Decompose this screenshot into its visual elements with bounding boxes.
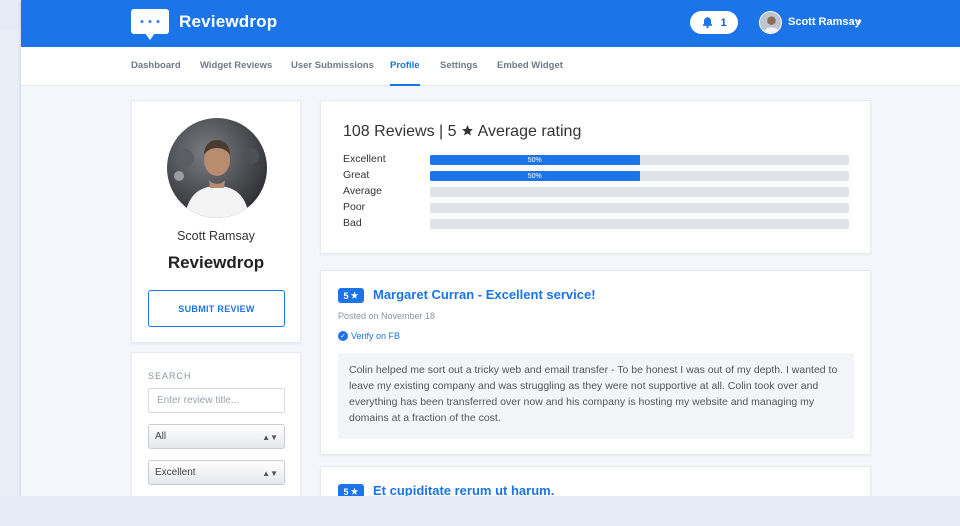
backdrop <box>0 30 22 526</box>
notifications-button[interactable]: 1 <box>690 11 738 34</box>
rating-label-excellent: Excellent <box>343 153 386 165</box>
verify-on-fb-link[interactable]: ✓ Verify on FB <box>338 331 400 341</box>
rating-percent-great: 50% <box>527 172 542 180</box>
profile-name: Scott Ramsay <box>177 229 255 243</box>
submit-review-button[interactable]: SUBMIT REVIEW <box>148 290 285 327</box>
rating-bar-bad <box>430 219 849 229</box>
rating-percent-excellent: 50% <box>527 156 542 164</box>
rating-bar-excellent: 50% <box>430 155 849 165</box>
brand-name[interactable]: Reviewdrop <box>179 12 277 32</box>
search-label: SEARCH <box>148 371 192 381</box>
profile-photo-image <box>167 118 267 218</box>
profile-photo <box>167 118 267 218</box>
sub-navigation: Dashboard Widget Reviews User Submission… <box>21 47 960 86</box>
select-arrows-icon: ▲▼ <box>262 469 278 478</box>
tab-user-submissions[interactable]: User Submissions <box>291 60 374 71</box>
tab-embed-widget[interactable]: Embed Widget <box>497 60 563 71</box>
rating-summary-heading: 108 Reviews | 5 Average rating <box>343 123 581 141</box>
rating-bar-poor <box>430 203 849 213</box>
rating-bar-average <box>430 187 849 197</box>
star-icon <box>462 125 473 136</box>
rating-select-value: Excellent <box>155 467 196 478</box>
review-body: Colin helped me sort out a tricky web an… <box>338 353 854 439</box>
tab-settings[interactable]: Settings <box>440 60 477 71</box>
check-circle-icon: ✓ <box>338 331 348 341</box>
reviews-count-text: 108 Reviews | 5 <box>343 123 457 140</box>
top-bar: Reviewdrop 1 Scott Ramsay ▾ <box>21 0 960 47</box>
rating-fill-great: 50% <box>430 171 640 181</box>
tab-profile[interactable]: Profile <box>390 60 420 86</box>
profile-card: Scott Ramsay Reviewdrop SUBMIT REVIEW <box>131 100 301 343</box>
star-icon <box>350 487 359 495</box>
user-avatar[interactable] <box>759 11 782 34</box>
profile-title: Reviewdrop <box>167 253 265 272</box>
user-avatar-image <box>760 12 781 33</box>
reviewdrop-logo-icon[interactable] <box>131 9 169 41</box>
category-select[interactable]: All ▲▼ <box>148 424 285 449</box>
app-window: Reviewdrop 1 Scott Ramsay ▾ Dashboard Wi… <box>21 0 960 496</box>
review-title-link[interactable]: Et cupiditate rerum ut harum. <box>373 483 554 496</box>
category-select-value: All <box>155 431 167 442</box>
rating-badge-value: 5 <box>343 290 349 301</box>
rating-bar-great: 50% <box>430 171 849 181</box>
search-input[interactable]: Enter review title... <box>148 388 285 413</box>
tab-dashboard[interactable]: Dashboard <box>131 60 181 71</box>
review-card: 5 Margaret Curran - Excellent service! P… <box>320 270 871 455</box>
rating-badge: 5 <box>338 288 364 303</box>
rating-fill-excellent: 50% <box>430 155 640 165</box>
rating-summary-card: 108 Reviews | 5 Average rating Excellent… <box>320 100 871 254</box>
filters-card: SEARCH Enter review title... All ▲▼ Exce… <box>131 352 301 496</box>
rating-label-poor: Poor <box>343 201 366 213</box>
select-arrows-icon: ▲▼ <box>262 433 278 442</box>
rating-label-average: Average <box>343 185 382 197</box>
rating-badge-value: 5 <box>343 486 349 497</box>
user-menu-name[interactable]: Scott Ramsay <box>788 16 861 28</box>
bell-icon <box>703 17 713 29</box>
star-icon <box>350 291 359 299</box>
tab-widget-reviews[interactable]: Widget Reviews <box>200 60 272 71</box>
rating-badge: 5 <box>338 484 364 496</box>
rating-select[interactable]: Excellent ▲▼ <box>148 460 285 485</box>
average-rating-text: Average rating <box>477 123 582 140</box>
chevron-down-icon[interactable]: ▾ <box>857 17 862 28</box>
rating-label-bad: Bad <box>343 217 362 229</box>
page-bottom-area <box>0 496 960 526</box>
review-date: Posted on November 18 <box>338 311 436 321</box>
review-card: 5 Et cupiditate rerum ut harum. <box>320 466 871 496</box>
notification-count: 1 <box>720 16 727 29</box>
verify-label: Verify on FB <box>351 331 401 341</box>
review-title-link[interactable]: Margaret Curran - Excellent service! <box>373 287 596 302</box>
rating-label-great: Great <box>343 169 370 181</box>
